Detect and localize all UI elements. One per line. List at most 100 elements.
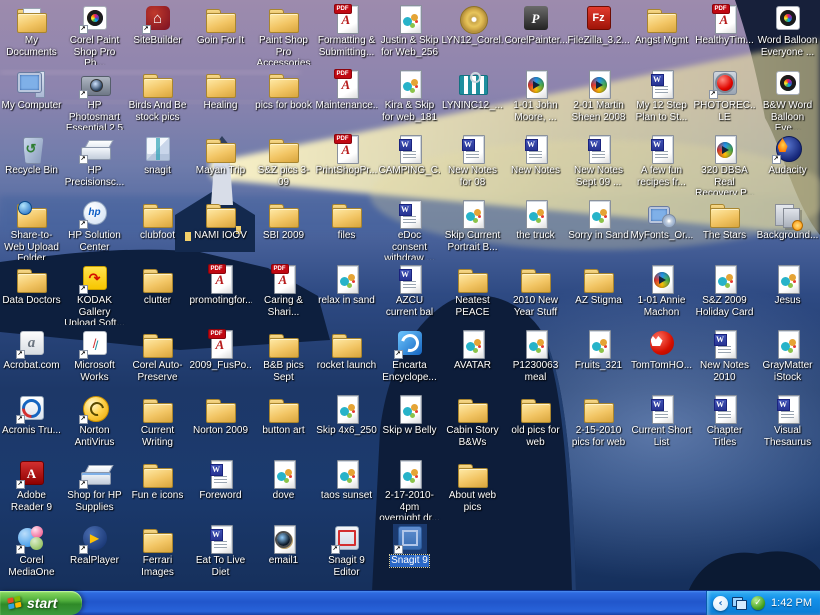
desktop-icon-files[interactable]: files <box>315 195 378 260</box>
desktop-icon-healing[interactable]: Healing <box>189 65 252 130</box>
desktop-icon-the-stars[interactable]: The Stars <box>693 195 756 260</box>
desktop-icon-current-short-list[interactable]: WCurrent Short List <box>630 390 693 455</box>
desktop-icon-cabin-story-b-ws[interactable]: Cabin Story B&Ws <box>441 390 504 455</box>
desktop-icon-taos-sunset[interactable]: taos sunset <box>315 455 378 520</box>
desktop-icon-jesus[interactable]: Jesus <box>756 260 819 325</box>
desktop-icon-2009-fuspo[interactable]: PDFA2009_FusPo... <box>189 325 252 390</box>
desktop-icon-corel-paint-shop-pro-ph[interactable]: ↗Corel Paint Shop Pro Ph... <box>63 0 126 65</box>
desktop-icon-snagit[interactable]: snagit <box>126 130 189 195</box>
desktop-icon-caring-shari[interactable]: PDFACaring & Shari... <box>252 260 315 325</box>
desktop-icon-corel-mediaone[interactable]: ↗Corel MediaOne <box>0 520 63 585</box>
desktop-icon-my-12-step-plan-to-st[interactable]: WMy 12 Step Plan to St... <box>630 65 693 130</box>
desktop-icon-2-01-martin-sheen-2008[interactable]: 2-01 Martin Sheen 2008 <box>567 65 630 130</box>
desktop-icon-camping-c[interactable]: WCAMPING_C... <box>378 130 441 195</box>
desktop-icon-tomtomho[interactable]: TomTomHO... <box>630 325 693 390</box>
desktop-icon-email1[interactable]: email1 <box>252 520 315 585</box>
desktop-icon-foreword[interactable]: WForeword <box>189 455 252 520</box>
desktop-icon-rocket-launch[interactable]: rocket launch <box>315 325 378 390</box>
desktop-icon-2010-new-year-stuff[interactable]: 2010 New Year Stuff <box>504 260 567 325</box>
desktop-icon-skip-w-belly[interactable]: Skip w Belly <box>378 390 441 455</box>
desktop-icon-microsoft-works[interactable]: /↗Microsoft Works <box>63 325 126 390</box>
desktop-icon-my-computer[interactable]: My Computer <box>0 65 63 130</box>
desktop-icon-chapter-titles[interactable]: WChapter Titles <box>693 390 756 455</box>
desktop-icon-kira-skip-for-web-181[interactable]: Kira & Skip for web_181 <box>378 65 441 130</box>
desktop-icon-edoc-consent-withdraw[interactable]: WeDoc consent withdraw ... <box>378 195 441 260</box>
desktop-icon-kodak-gallery-upload-soft[interactable]: ↷↗KODAK Gallery Upload Soft... <box>63 260 126 325</box>
desktop-icon-button-art[interactable]: button art <box>252 390 315 455</box>
desktop-icon-about-web-pics[interactable]: About web pics <box>441 455 504 520</box>
desktop-icon-acronis-tru[interactable]: ↗Acronis Tru... <box>0 390 63 455</box>
desktop-icon-formatting-submitting[interactable]: PDFAFormatting & Submitting... <box>315 0 378 65</box>
desktop-icon-corelpainter[interactable]: PCorelPainter... <box>504 0 567 65</box>
desktop-icon-norton-2009[interactable]: Norton 2009 <box>189 390 252 455</box>
desktop-icon-a-few-fun-recipes-fr[interactable]: WA few fun recipes fr... <box>630 130 693 195</box>
desktop-icon-angst-mgmt[interactable]: Angst Mgmt <box>630 0 693 65</box>
desktop-icon-background[interactable]: Background... <box>756 195 819 260</box>
desktop-icon-1-01-annie-machon[interactable]: 1-01 Annie Machon <box>630 260 693 325</box>
desktop-icon-pics-for-book[interactable]: pics for book <box>252 65 315 130</box>
desktop-icon-snagit-9[interactable]: ↗Snagit 9 <box>378 520 441 585</box>
desktop-icon-encarta-encyclope[interactable]: ↗Encarta Encyclope... <box>378 325 441 390</box>
desktop-icon-b-b-pics-sept[interactable]: B&B pics Sept <box>252 325 315 390</box>
desktop-icon-dove[interactable]: dove <box>252 455 315 520</box>
desktop-icon-clutter[interactable]: clutter <box>126 260 189 325</box>
desktop-icon-old-pics-for-web[interactable]: old pics for web <box>504 390 567 455</box>
desktop-icon-sorry-in-sand[interactable]: Sorry in Sand <box>567 195 630 260</box>
desktop-icon-graymatter-istock[interactable]: GrayMatter iStock <box>756 325 819 390</box>
desktop-icon-new-notes-for-08[interactable]: WNew Notes for 08 <box>441 130 504 195</box>
desktop-icon-2-15-2010-pics-for-web[interactable]: 2-15-2010 pics for web <box>567 390 630 455</box>
desktop-icon-norton-antivirus[interactable]: ↗Norton AntiVirus <box>63 390 126 455</box>
desktop-icon-acrobat-com[interactable]: a↗Acrobat.com <box>0 325 63 390</box>
desktop-icon-eat-to-live-diet[interactable]: WEat To Live Diet <box>189 520 252 585</box>
desktop-icon-corel-auto-preserve[interactable]: Corel Auto-Preserve <box>126 325 189 390</box>
desktop-icon-hp-precisionsc[interactable]: ↗HP Precisionsc... <box>63 130 126 195</box>
desktop-icon-new-notes-sept-09[interactable]: WNew Notes Sept 09 ... <box>567 130 630 195</box>
desktop-icon-az-stigma[interactable]: AZ Stigma <box>567 260 630 325</box>
tray-antivirus-icon[interactable]: ✓ <box>751 596 765 610</box>
desktop-icon-adobe-reader-9[interactable]: A↗Adobe Reader 9 <box>0 455 63 520</box>
desktop-icon-recycle-bin[interactable]: ↺Recycle Bin <box>0 130 63 195</box>
desktop-icon-current-writing[interactable]: Current Writing <box>126 390 189 455</box>
desktop-icon-azcu-current-bal[interactable]: WAZCU current bal <box>378 260 441 325</box>
desktop-icon-fun-e-icons[interactable]: Fun e icons <box>126 455 189 520</box>
desktop-icon-photorec-le[interactable]: ↗PHOTOREC... LE <box>693 65 756 130</box>
desktop-icon-nami-ioov[interactable]: NAMI IOOV <box>189 195 252 260</box>
desktop-icon-myfonts-or[interactable]: MyFonts_Or... <box>630 195 693 260</box>
desktop-icon-neatest-peace[interactable]: Neatest PEACE <box>441 260 504 325</box>
desktop-icon-fruits-321[interactable]: Fruits_321 <box>567 325 630 390</box>
desktop-icon-hp-solution-center[interactable]: hp↗HP Solution Center <box>63 195 126 260</box>
desktop-icon-realplayer[interactable]: ▶↗RealPlayer <box>63 520 126 585</box>
desktop-icon-b-w-word-balloon-eve[interactable]: B&W Word Balloon Eve... <box>756 65 819 130</box>
desktop-icon-word-balloon-everyone[interactable]: Word Balloon Everyone ... <box>756 0 819 65</box>
desktop-icon-lyninc12[interactable]: LYNINC12_... <box>441 65 504 130</box>
desktop-icon-s-z-pics-3-09[interactable]: S&Z pics 3-09 <box>252 130 315 195</box>
desktop-icon-shop-for-hp-supplies[interactable]: ↗Shop for HP Supplies <box>63 455 126 520</box>
desktop-icon-1-01-john-moore[interactable]: 1-01 John Moore, ... <box>504 65 567 130</box>
desktop-icon-relax-in-sand[interactable]: relax in sand <box>315 260 378 325</box>
desktop-icon-hp-photosmart-essential-2-5[interactable]: ↗HP Photosmart Essential 2.5 <box>63 65 126 130</box>
tray-display-icon[interactable] <box>732 597 747 610</box>
desktop-icon-lyn12-corel[interactable]: LYN12_Corel... <box>441 0 504 65</box>
desktop-icon-skip-4x6-250[interactable]: Skip 4x6_250 <box>315 390 378 455</box>
desktop-icon-audacity[interactable]: ↗Audacity <box>756 130 819 195</box>
desktop-icon-paint-shop-pro-accessories[interactable]: Paint Shop Pro Accessories <box>252 0 315 65</box>
desktop-icon-share-to-web-upload-folder[interactable]: Share-to-Web Upload Folder <box>0 195 63 260</box>
desktop-icon-new-notes-2010[interactable]: WNew Notes 2010 <box>693 325 756 390</box>
desktop-icon-the-truck[interactable]: the truck <box>504 195 567 260</box>
desktop-icon-ferrari-images[interactable]: Ferrari Images <box>126 520 189 585</box>
desktop-icon-goin-for-it[interactable]: Goin For It <box>189 0 252 65</box>
desktop-icon-sitebuilder[interactable]: ⌂↗SiteBuilder <box>126 0 189 65</box>
desktop-icon-justin-skip-for-web-256[interactable]: Justin & Skip for Web_256 <box>378 0 441 65</box>
desktop-icon-birds-and-be-stock-pics[interactable]: Birds And Be stock pics <box>126 65 189 130</box>
desktop-icon-mayan-trip[interactable]: Mayan Trip <box>189 130 252 195</box>
desktop-icon-2-17-2010-4pm-overnight-dr[interactable]: 2-17-2010-4pm overnight dr... <box>378 455 441 520</box>
desktop-icon-data-doctors[interactable]: Data Doctors <box>0 260 63 325</box>
desktop-icon-visual-thesaurus[interactable]: WVisual Thesaurus <box>756 390 819 455</box>
desktop-icon-s-z-2009-holiday-card[interactable]: S&Z 2009 Holiday Card <box>693 260 756 325</box>
desktop-icon-healthytim[interactable]: PDFAHealthyTim... <box>693 0 756 65</box>
desktop-icon-skip-current-portrait-b[interactable]: Skip Current Portrait B... <box>441 195 504 260</box>
desktop-icon-new-notes[interactable]: WNew Notes <box>504 130 567 195</box>
desktop-icon-320-dbsa-real-recovery-p[interactable]: 320 DBSA Real Recovery P... <box>693 130 756 195</box>
desktop-icon-clubfoot[interactable]: clubfoot <box>126 195 189 260</box>
desktop-icon-avatar[interactable]: AVATAR <box>441 325 504 390</box>
